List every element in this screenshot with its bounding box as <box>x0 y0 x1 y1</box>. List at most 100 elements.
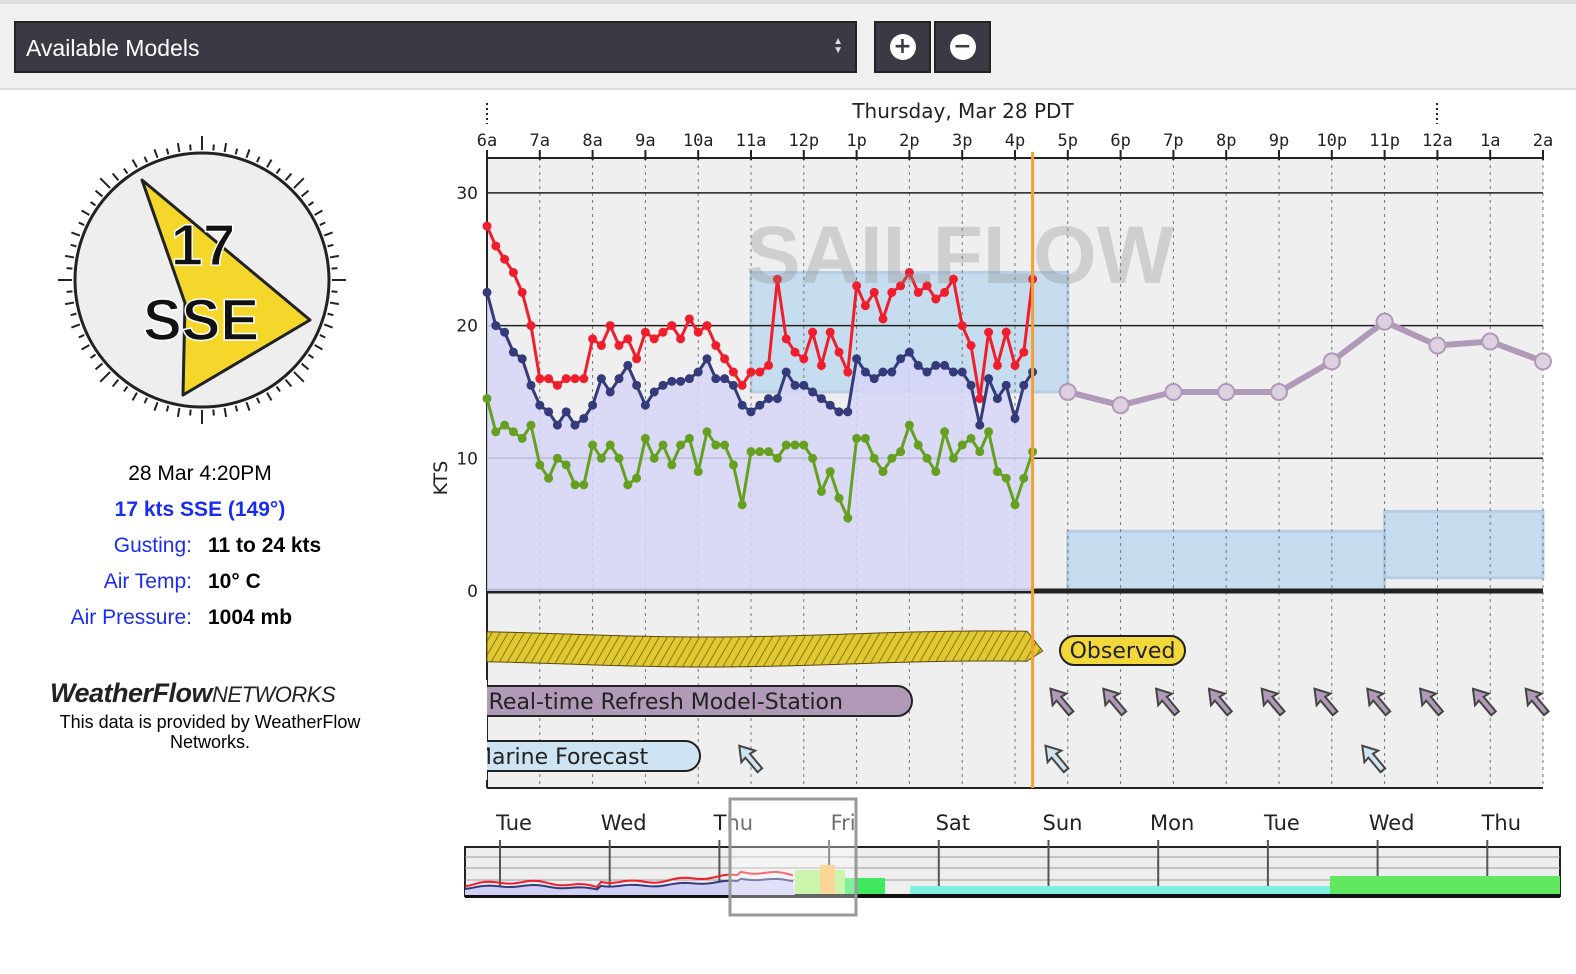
compass-tick <box>64 301 75 306</box>
compass-tick <box>314 209 323 216</box>
model-station-pill <box>469 685 913 717</box>
compass-tick <box>71 323 81 329</box>
available-models-select[interactable]: Available Models ▲ ▼ <box>14 21 857 73</box>
gust-point <box>975 394 985 404</box>
marine-forecast-pill <box>469 740 701 772</box>
zoom-out-button[interactable]: − <box>934 21 991 73</box>
mean-point <box>649 387 659 397</box>
mean-point <box>931 360 941 370</box>
model-forecast-point <box>1534 352 1552 371</box>
x-tick-label: 1p <box>846 131 866 151</box>
mean-point <box>781 367 791 377</box>
gust-point <box>632 354 642 364</box>
mean-point <box>878 367 888 377</box>
compass-tick <box>66 290 73 293</box>
mean-point <box>966 380 976 390</box>
weatherflow-logo[interactable]: WeatherFlowNETWORKS <box>50 678 336 709</box>
gust-point <box>825 327 835 337</box>
compass-tick <box>329 301 340 306</box>
x-tick-label: 7p <box>1163 131 1183 151</box>
lull-point <box>834 493 844 503</box>
compass-tick <box>66 267 73 270</box>
gust-point <box>1001 327 1011 337</box>
lull-point <box>755 447 765 457</box>
model-direction-arrow <box>1366 687 1392 717</box>
compass-tick <box>307 201 314 207</box>
overview-strip <box>464 846 1561 897</box>
gust-point <box>614 341 624 351</box>
compass-tick <box>256 156 261 163</box>
x-tick-label: 12a <box>1422 131 1453 151</box>
lull-point <box>790 440 800 450</box>
mean-point <box>500 327 510 337</box>
lull-point <box>632 473 642 483</box>
gust-point <box>992 360 1002 370</box>
lull-point <box>693 467 703 477</box>
mean-point <box>1019 380 1029 390</box>
compass-tick <box>293 371 305 383</box>
zoom-in-button[interactable]: + <box>874 21 931 73</box>
gust-point <box>640 327 650 337</box>
compass-tick <box>123 168 129 175</box>
lull-point <box>737 500 747 510</box>
lull-point <box>658 440 668 450</box>
sailflow-watermark: SAILFLOW <box>746 210 1175 301</box>
mean-point <box>544 407 554 417</box>
lull-point <box>984 427 994 437</box>
gust-point <box>781 334 791 344</box>
lull-point <box>605 440 615 450</box>
gust-point <box>676 334 686 344</box>
lull-point <box>957 440 967 450</box>
marine-forecast-band <box>749 271 1070 394</box>
gust-point <box>508 268 518 278</box>
compass-tick <box>329 254 340 259</box>
mean-point <box>508 347 518 357</box>
mean-point <box>843 407 853 417</box>
spacer <box>487 686 488 687</box>
mean-point <box>764 394 774 404</box>
mean-point <box>799 380 809 390</box>
compass-tick <box>176 142 181 153</box>
lull-point <box>940 427 950 437</box>
marine-forecast-label: Marine Forecast <box>473 745 649 770</box>
mean-area-fill <box>487 292 1033 591</box>
lull-point <box>799 440 809 450</box>
compass-tick <box>99 371 111 383</box>
lull-point <box>1010 500 1020 510</box>
model-direction-arrow <box>1102 687 1128 717</box>
lull-point <box>896 447 906 457</box>
gust-point <box>948 274 958 284</box>
mean-point <box>860 367 870 377</box>
gust-point <box>790 347 800 357</box>
lull-point <box>781 440 791 450</box>
gust-point <box>843 367 853 377</box>
lull-point <box>517 433 527 443</box>
compass-tick <box>90 201 97 207</box>
compass-tick <box>99 177 111 189</box>
compass-tick <box>143 397 148 404</box>
mean-point <box>491 321 501 331</box>
mean-point <box>746 407 756 417</box>
gust-point <box>561 374 571 384</box>
compass-tick <box>123 385 129 392</box>
gusting-label: Gusting: <box>113 534 192 557</box>
model-direction-arrow <box>1418 687 1445 717</box>
lull-point <box>825 467 835 477</box>
lull-point <box>500 420 510 430</box>
lull-point <box>843 513 853 523</box>
air-pressure-label: Air Pressure: <box>70 606 192 629</box>
mean-point <box>852 354 862 364</box>
lull-point <box>878 467 888 477</box>
y-tick-label: 30 <box>456 184 478 204</box>
lull-point <box>702 427 712 437</box>
gust-point <box>720 354 730 364</box>
compass-tick <box>319 221 326 226</box>
y-tick-label: 0 <box>467 582 478 602</box>
compass-tick <box>293 177 305 189</box>
compass-direction: SSE <box>143 288 259 353</box>
gust-point <box>984 327 994 337</box>
x-tick-label: 3p <box>952 131 972 151</box>
gust-point <box>816 360 826 370</box>
lull-point <box>887 453 897 463</box>
compass-tick <box>189 409 192 416</box>
